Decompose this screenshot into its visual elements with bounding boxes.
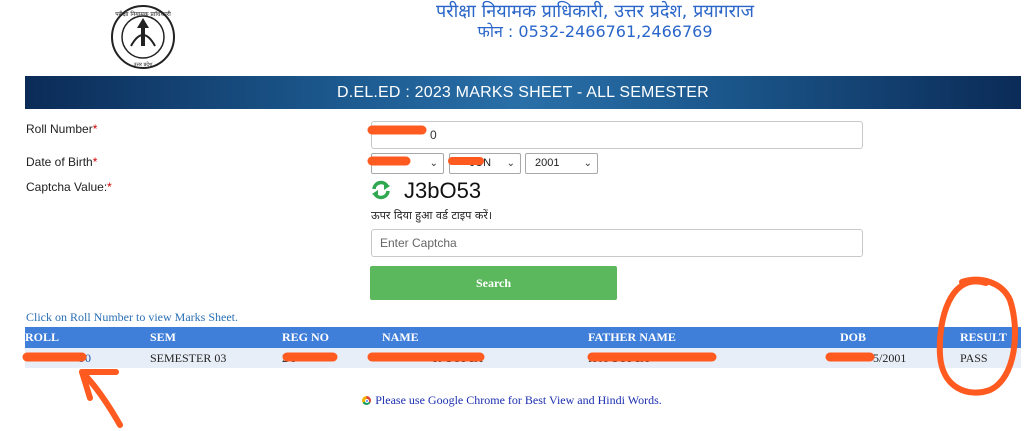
dob-day-select[interactable]: ⌄ <box>371 153 444 174</box>
roll-number-input[interactable]: 0 <box>371 121 863 149</box>
column-dob: DOB <box>840 330 867 344</box>
cell-father-name: H A GUPTA <box>588 351 650 365</box>
captcha-code: J3bO53 <box>404 178 482 203</box>
cell-name: R GUPTA <box>433 351 484 365</box>
cell-reg-no: 2 9 <box>282 351 297 365</box>
search-button[interactable]: Search <box>370 266 617 300</box>
chrome-icon <box>362 396 372 405</box>
page-banner: D.EL.ED : 2023 MARKS SHEET - ALL SEMESTE… <box>25 76 1021 109</box>
chevron-down-icon: ⌄ <box>429 158 438 169</box>
column-sem: SEM <box>150 330 177 344</box>
roll-number-label: Roll Number* <box>26 122 98 136</box>
seal-text-top: परीक्षा नियामक प्राधिकारी <box>115 10 171 18</box>
organization-title: परीक्षा नियामक प्राधिकारी, उत्तर प्रदेश,… <box>436 1 754 22</box>
column-father-name: FATHER NAME <box>588 330 676 344</box>
refresh-captcha-icon[interactable] <box>370 180 392 200</box>
column-reg-no: REG NO <box>282 330 330 344</box>
roll-number-link[interactable]: 90 <box>79 348 91 368</box>
dob-label: Date of Birth* <box>26 155 98 169</box>
cell-sem: SEMESTER 03 <box>150 351 227 365</box>
seal-text-bottom: उत्तर प्रदेश <box>134 61 153 68</box>
column-roll: ROLL <box>25 330 60 344</box>
table-row: 90 SEMESTER 03 2 9 R GUPTA H A GUPTA 5/2… <box>25 348 1021 368</box>
results-table-header: ROLL SEM REG NO NAME FATHER NAME DOB RES… <box>25 327 1021 348</box>
dob-year-select[interactable]: 2001 ⌄ <box>525 153 598 174</box>
captcha-input[interactable]: Enter Captcha <box>371 229 863 257</box>
organization-phone: फोन : 0532-2466761,2466769 <box>477 22 713 41</box>
cell-result: PASS <box>960 351 988 365</box>
column-name: NAME <box>382 330 419 344</box>
seal-logo: परीक्षा नियामक प्राधिकारी उत्तर प्रदेश <box>104 4 182 70</box>
captcha-label: Captcha Value:* <box>26 180 112 194</box>
results-hint: Click on Roll Number to view Marks Sheet… <box>26 310 238 324</box>
cell-dob: 5/2001 <box>873 351 907 365</box>
dob-month-select[interactable]: -JUN ⌄ <box>449 153 521 174</box>
chevron-down-icon: ⌄ <box>583 158 592 169</box>
chevron-down-icon: ⌄ <box>506 158 515 169</box>
captcha-hint: ऊपर दिया हुआ वर्ड टाइप करें। <box>371 209 493 222</box>
column-result: RESULT <box>960 330 1007 344</box>
browser-note: Please use Google Chrome for Best View a… <box>0 393 1024 408</box>
